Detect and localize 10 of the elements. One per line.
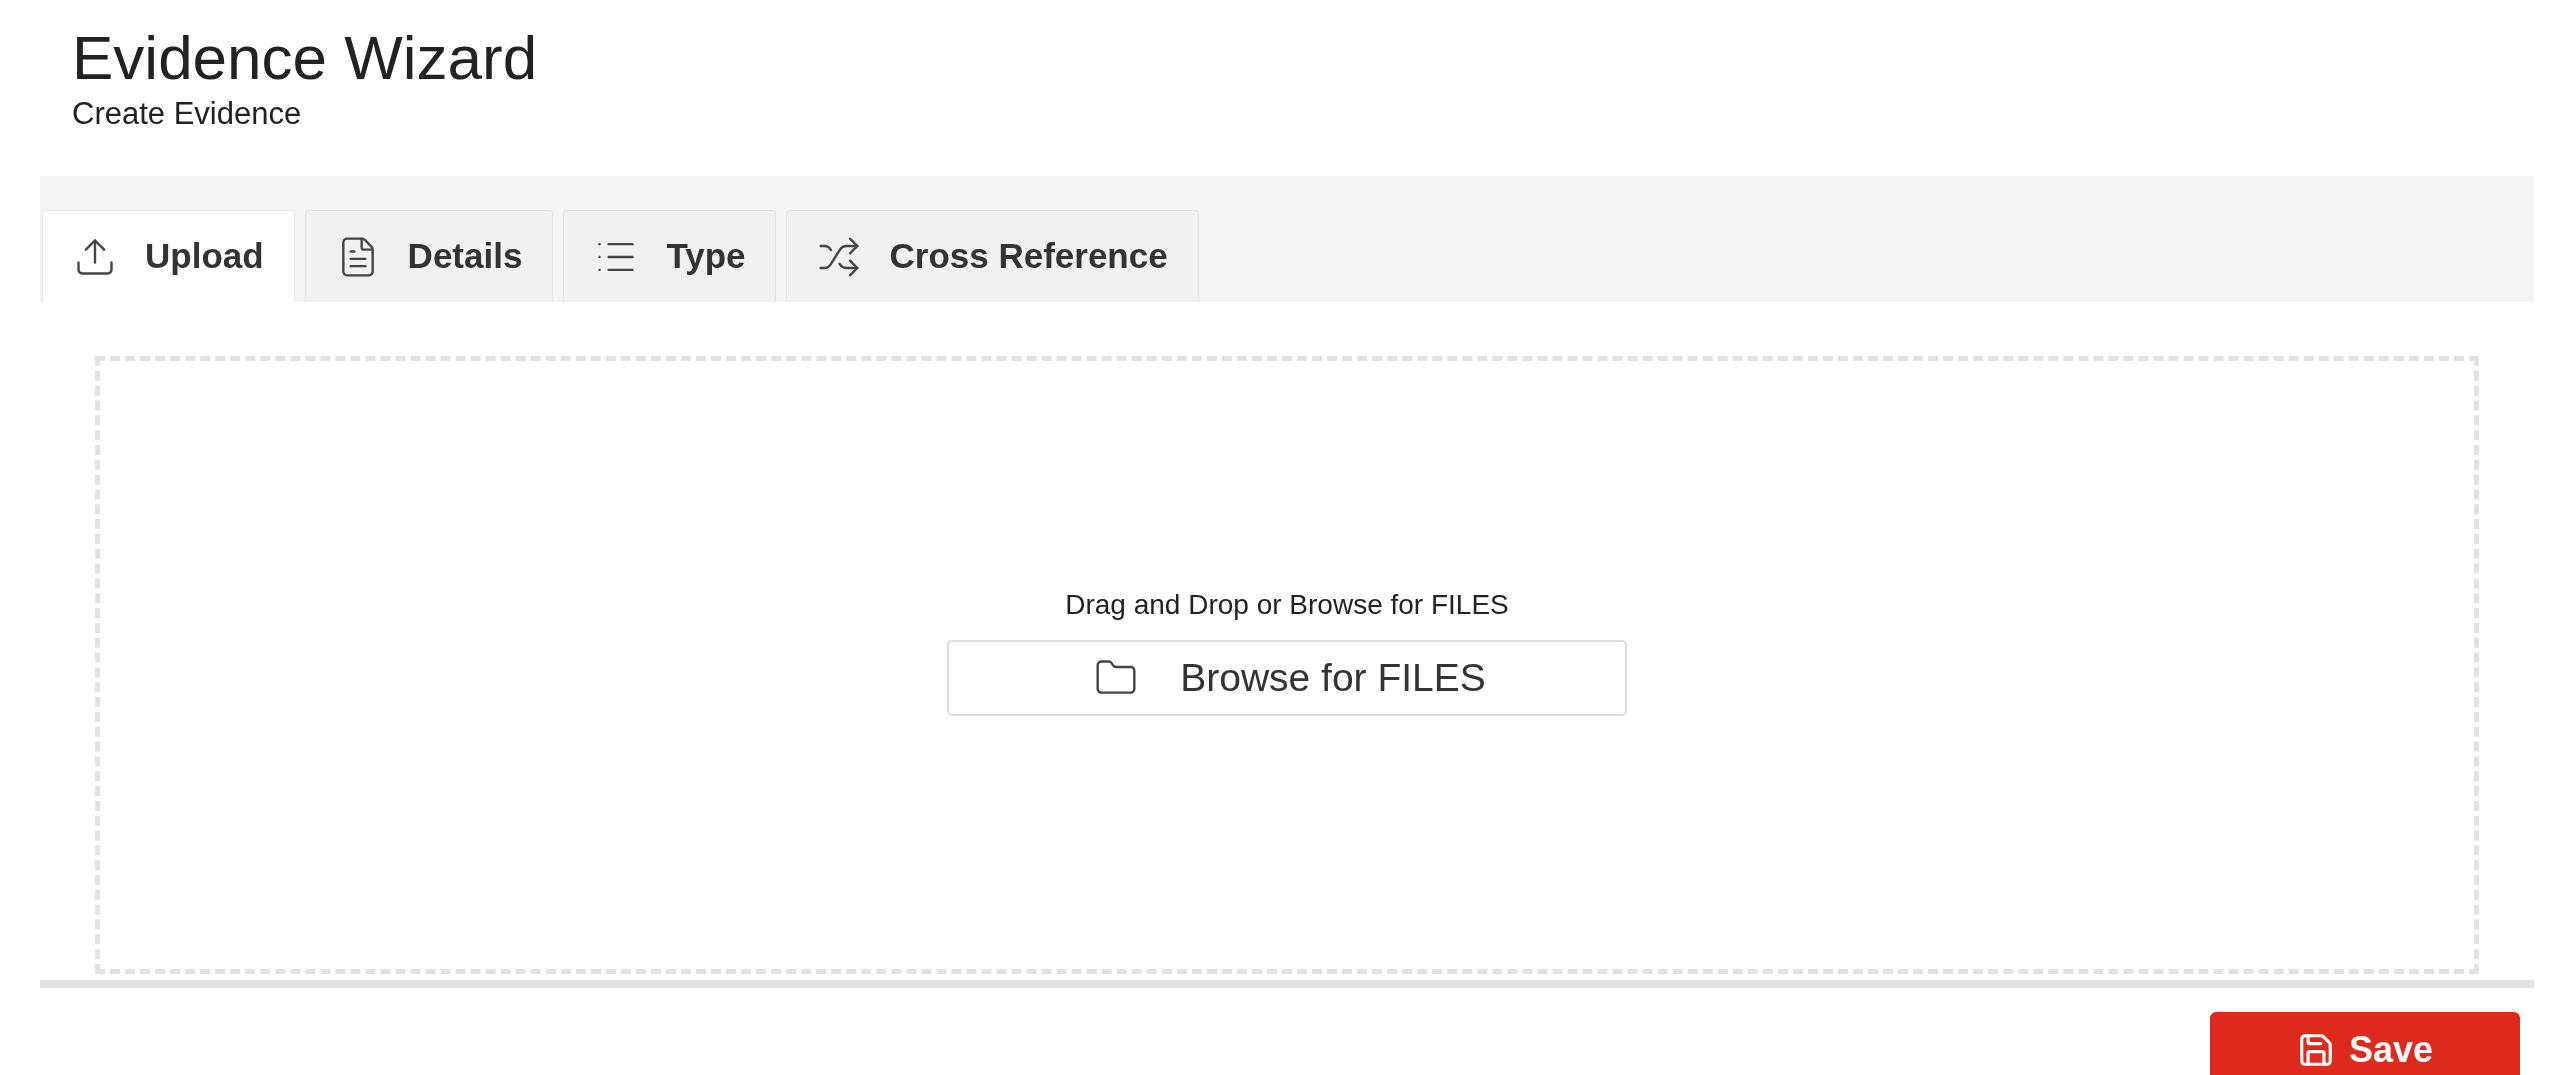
page-title: Evidence Wizard [72, 22, 538, 94]
drop-prompt: Drag and Drop or Browse for FILES [1065, 588, 1509, 622]
wizard-tab[interactable]: Upload [42, 210, 295, 302]
save-button[interactable]: Save [2210, 1012, 2520, 1075]
wizard-tab[interactable]: Type [563, 210, 777, 302]
wizard-tab[interactable]: Details [304, 210, 554, 302]
wizard-tab[interactable]: Cross Reference [786, 210, 1199, 302]
drop-zone[interactable]: Drag and Drop or Browse for FILES Browse for FILES [95, 356, 2479, 974]
browse-button[interactable]: Browse for FILES [947, 640, 1627, 716]
page-subtitle: Create Evidence [72, 95, 302, 133]
